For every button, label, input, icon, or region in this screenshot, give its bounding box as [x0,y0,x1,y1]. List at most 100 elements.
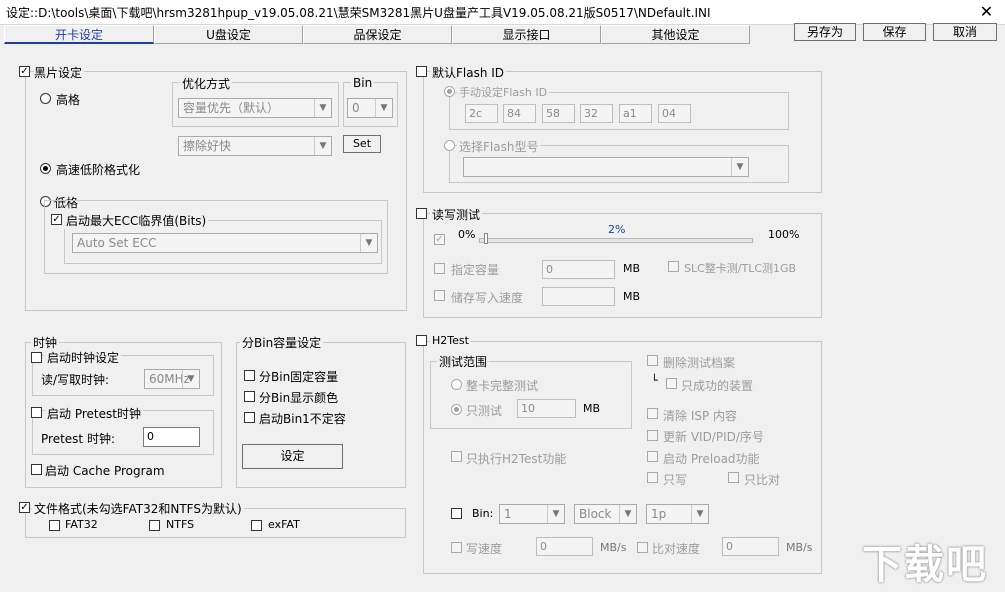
rw-progress-slider[interactable] [479,238,753,243]
save-as-button[interactable]: 另存为 [794,23,856,41]
h2-compare-speed-checkbox[interactable] [637,542,648,553]
h2-page-value: 1p [651,507,667,521]
clear-isp-label: 清除 ISP 内容 [663,409,738,423]
compare-only-checkbox[interactable] [728,472,739,483]
delete-files-label: 删除测试档案 [663,356,736,370]
pretest-clock-input[interactable]: 0 [143,427,200,447]
ecc-label: 启动最大ECC临界值(Bits) [64,212,209,229]
h2-page-select[interactable]: 1p ▼ [646,504,709,524]
fat32-checkbox[interactable] [49,520,60,531]
rw-min-label: 0% [458,228,476,241]
enable-pretest-label: 启动 Pretest时钟 [45,405,143,422]
black-chip-checkbox[interactable]: ✓ [19,66,30,77]
update-vid-checkbox[interactable] [647,430,658,441]
ecc-select-value: Auto Set ECC [77,236,157,250]
flash-id-byte-6[interactable]: 04 [658,104,691,123]
write-speed-unit: MB [623,290,641,303]
rw-slider-thumb[interactable] [484,233,489,244]
bin-set-button[interactable]: 设定 [242,444,343,469]
h2-block-select[interactable]: Block ▼ [574,504,637,524]
only-h2-label: 只执行H2Test功能 [466,452,567,466]
h2-write-speed-input[interactable]: 0 [536,537,593,556]
write-speed-input[interactable] [542,287,615,306]
flash-id-byte-4[interactable]: 32 [580,104,613,123]
erase-select-value: 擦除好快 [183,139,232,153]
h2test-checkbox[interactable] [416,335,427,346]
watermark-logo: 下载吧 [862,542,988,588]
slc-checkbox[interactable] [668,261,679,272]
chevron-down-icon: ▼ [731,158,748,176]
close-icon[interactable]: ✕ [968,0,1005,24]
h2test-label: H2Test [430,334,471,347]
enable-clock-checkbox[interactable] [31,352,42,363]
full-test-radio[interactable] [451,379,462,390]
flash-id-byte-2[interactable]: 84 [503,104,536,123]
flash-model-radio[interactable] [444,140,455,151]
full-test-label: 整卡完整测试 [466,379,539,393]
flash-model-label: 选择Flash型号 [457,138,541,155]
erase-select[interactable]: 擦除好快 ▼ [178,136,332,156]
rw-progress-checkbox[interactable]: ✓ [434,234,445,245]
h2-compare-speed-label: 比对速度 [652,542,701,556]
write-speed-checkbox[interactable] [434,290,445,301]
h2-compare-speed-input[interactable]: 0 [722,537,779,556]
mode-fast-radio[interactable] [40,163,51,174]
rw-test-checkbox[interactable] [416,208,427,219]
flash-id-label: 默认Flash ID [430,64,507,81]
tab-qa[interactable]: 品保设定 [303,25,452,44]
only-test-radio[interactable] [451,404,462,415]
rw-max-label: 100% [768,228,800,241]
capacity-unit: MB [623,262,641,275]
cancel-button[interactable]: 取消 [933,23,997,41]
tab-udisk[interactable]: U盘设定 [154,25,303,44]
compare-only-label: 只比对 [744,473,781,487]
h2-bin-checkbox[interactable] [451,508,462,519]
exfat-checkbox[interactable] [251,520,262,531]
only-success-checkbox[interactable] [666,378,677,389]
save-button[interactable]: 保存 [863,23,926,41]
rw-clock-select[interactable]: 60MHz ▼ [144,369,200,389]
slc-label: SLC整卡测/TLC测1GB [684,262,797,275]
ecc-checkbox[interactable]: ✓ [51,214,62,225]
flash-id-byte-5[interactable]: a1 [619,104,652,123]
preload-checkbox[interactable] [647,451,658,462]
only-h2-checkbox[interactable] [451,451,462,462]
tree-branch-icon: └ [651,374,658,387]
pretest-clock-label: Pretest 时钟: [41,432,115,446]
flash-id-byte-1[interactable]: 2c [465,104,498,123]
flash-id-checkbox[interactable] [416,66,427,77]
ecc-select[interactable]: Auto Set ECC ▼ [72,233,378,253]
enable-pretest-checkbox[interactable] [31,407,42,418]
clear-isp-checkbox[interactable] [647,408,658,419]
flash-model-select[interactable]: ▼ [463,157,749,177]
flash-id-byte-3[interactable]: 58 [542,104,575,123]
capacity-label: 指定容量 [451,263,500,277]
black-chip-set-button[interactable]: Set [343,135,381,153]
tab-card-open[interactable]: 开卡设定 [4,25,154,44]
cache-program-checkbox[interactable] [31,464,42,475]
ntfs-checkbox[interactable] [149,520,160,531]
bin-fixed-checkbox[interactable] [244,370,255,381]
bin-select-value: 0 [352,101,360,115]
h2-bin-select[interactable]: 1 ▼ [499,504,565,524]
tab-display[interactable]: 显示接口 [452,25,601,44]
write-only-checkbox[interactable] [647,472,658,483]
only-test-input[interactable]: 10 [517,399,576,418]
bin-color-checkbox[interactable] [244,391,255,402]
mode-high-radio[interactable] [40,93,51,104]
file-format-checkbox[interactable]: ✓ [19,502,30,513]
h2-bin-value: 1 [504,507,512,521]
manual-flash-radio[interactable] [444,86,455,97]
bin-select[interactable]: 0 ▼ [347,98,393,118]
write-only-label: 只写 [663,473,688,487]
optimize-select[interactable]: 容量优先（默认） ▼ [178,98,332,118]
bin-color-label: 分Bin显示颜色 [259,391,339,405]
preload-label: 启动 Preload功能 [663,452,760,466]
capacity-checkbox[interactable] [434,263,445,274]
h2-write-speed-checkbox[interactable] [451,542,462,553]
tab-other[interactable]: 其他设定 [601,25,750,44]
bin1-checkbox[interactable] [244,412,255,423]
write-speed-label: 储存写入速度 [451,291,524,305]
delete-files-checkbox[interactable] [647,355,658,366]
capacity-input[interactable]: 0 [542,260,615,279]
